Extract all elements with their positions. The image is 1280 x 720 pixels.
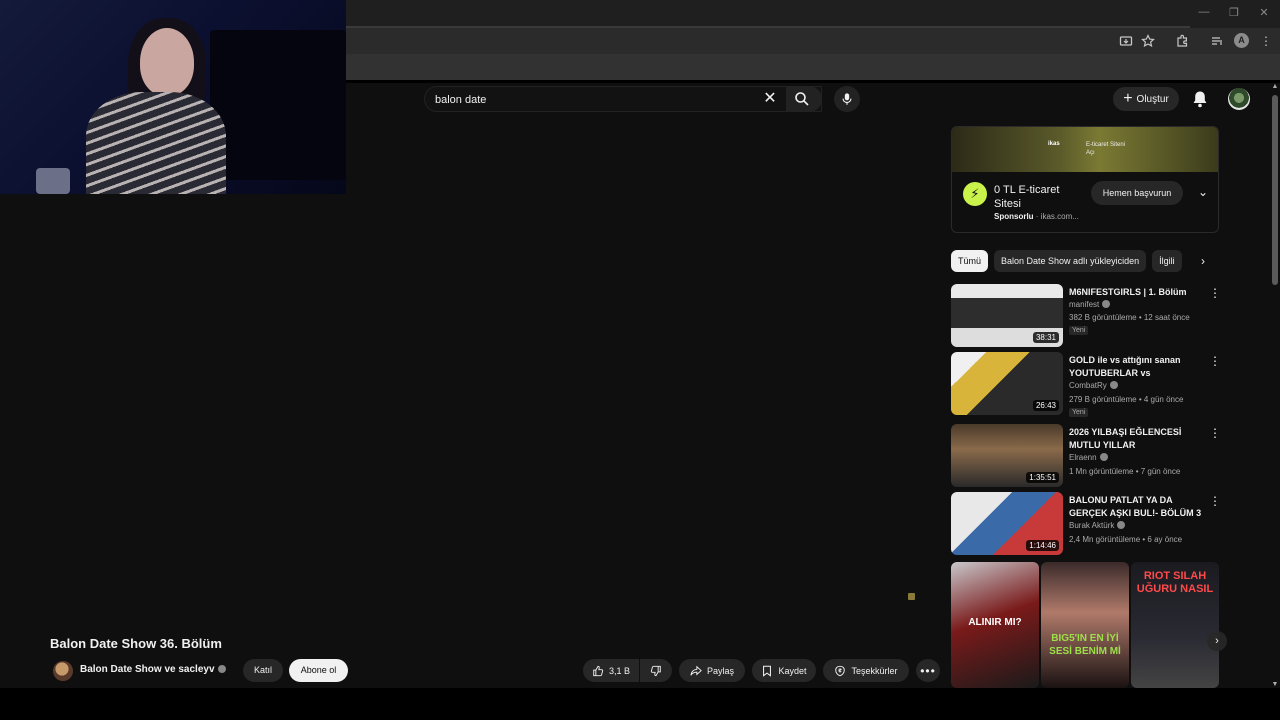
webcam-overlay (0, 0, 346, 194)
cursor-icon (908, 593, 915, 600)
duration-badge: 1:14:46 (1026, 540, 1059, 551)
share-icon (690, 665, 702, 676)
new-badge: Yeni (1069, 408, 1089, 417)
video-title[interactable]: 2026 YILBAŞI EĞLENCESİ MUTLU YILLAR (1069, 426, 1203, 452)
chevron-right-icon[interactable]: › (1207, 631, 1227, 651)
chevron-right-icon[interactable]: › (1194, 251, 1212, 271)
video-stats: 382 B görüntüleme • 12 saat önce (1069, 313, 1190, 322)
media-controls-icon[interactable] (1210, 34, 1224, 48)
search-icon (795, 92, 809, 106)
verified-icon (1102, 300, 1111, 308)
list-item[interactable]: 1:14:46 BALONU PATLAT YA DA GERÇEK AŞKI … (951, 492, 1221, 556)
video-thumbnail[interactable]: 38:31 (951, 284, 1063, 347)
account-avatar[interactable] (1228, 88, 1250, 110)
verified-icon (1117, 521, 1126, 529)
like-button[interactable]: 3,1 B (583, 659, 639, 682)
thumbs-down-icon (650, 665, 661, 676)
minimize-button[interactable]: — (1189, 6, 1219, 18)
share-button[interactable]: Paylaş (679, 659, 745, 682)
video-thumbnail[interactable]: 1:14:46 (951, 492, 1063, 555)
list-item[interactable]: 26:43 GOLD ile vs attığını sanan YOUTUBE… (951, 352, 1221, 417)
video-page-title: Balon Date Show 36. Bölüm (50, 636, 222, 651)
video-stats: 1 Mn görüntüleme • 7 gün önce (1069, 467, 1181, 476)
plus-icon: + (1123, 90, 1133, 107)
verified-icon (217, 665, 226, 673)
list-item[interactable]: 1:35:51 2026 YILBAŞI EĞLENCESİ MUTLU YIL… (951, 424, 1221, 488)
shorts-shelf: ALINIR MI? BIG5'IN EN İYİ SESİ BENİM Mİ … (951, 562, 1219, 688)
list-item[interactable]: 38:31 M6NIFESTGIRLS | 1. Bölüm manifest … (951, 284, 1221, 348)
thanks-button[interactable]: Teşekkürler (823, 659, 909, 682)
more-horizontal-icon: ••• (920, 663, 936, 678)
channel-name[interactable]: CombatRy (1069, 381, 1118, 390)
sponsored-ad-card[interactable]: ikas E-ticaret Siteni Açı ⚡ 0 TL E-ticar… (951, 126, 1219, 233)
duration-badge: 1:35:51 (1026, 472, 1059, 483)
video-stats: 2,4 Mn görüntüleme • 6 ay önce (1069, 535, 1183, 544)
bookmark-star-icon[interactable] (1141, 34, 1155, 48)
subscribe-button[interactable]: Abone ol (289, 659, 348, 682)
page-scrollbar[interactable]: ▲ ▼ (1270, 83, 1280, 688)
close-window-button[interactable]: ✕ (1249, 6, 1279, 19)
channel-name[interactable]: Burak Aktürk (1069, 521, 1126, 530)
extensions-icon[interactable] (1175, 34, 1189, 48)
channel-avatar[interactable] (53, 661, 73, 681)
microphone-icon (842, 93, 852, 105)
video-stats: 279 B görüntüleme • 4 gün önce (1069, 395, 1184, 404)
scroll-down-icon[interactable]: ▼ (1270, 681, 1280, 688)
channel-name[interactable]: Elraenn (1069, 453, 1108, 462)
restore-button[interactable]: ❐ (1219, 6, 1249, 19)
chip-related[interactable]: İlgili (1152, 250, 1182, 272)
scroll-up-icon[interactable]: ▲ (1270, 83, 1280, 90)
search-button[interactable] (786, 86, 822, 112)
bell-icon (1193, 91, 1207, 108)
video-thumbnail[interactable]: 26:43 (951, 352, 1063, 415)
video-thumbnail[interactable]: 1:35:51 (951, 424, 1063, 487)
save-button[interactable]: Kaydet (752, 659, 816, 682)
voice-search-button[interactable] (834, 86, 860, 112)
browser-menu-icon[interactable]: ⋮ (1259, 34, 1273, 48)
filter-chips: Tümü Balon Date Show adlı yükleyiciden İlg… (951, 250, 1191, 272)
ad-title[interactable]: 0 TL E-ticaret Sitesi (994, 183, 1074, 211)
super-thanks-icon (835, 665, 846, 676)
more-options-icon[interactable]: ⋮ (1209, 287, 1221, 299)
clear-search-icon[interactable]: ✕ (761, 90, 779, 108)
channel-name[interactable]: Balon Date Show ve sacleyv (80, 664, 226, 675)
video-title[interactable]: GOLD ile vs attığını sanan YOUTUBERLAR v… (1069, 354, 1203, 380)
join-button[interactable]: Katıl (243, 659, 283, 682)
dislike-button[interactable] (640, 659, 672, 682)
duration-badge: 26:43 (1032, 400, 1059, 411)
more-options-icon[interactable]: ⋮ (1209, 495, 1221, 507)
more-actions-button[interactable]: ••• (916, 659, 940, 682)
short-item[interactable]: ALINIR MI? (951, 562, 1039, 688)
thumbs-up-icon (593, 665, 604, 676)
install-app-icon[interactable] (1119, 34, 1133, 48)
create-button[interactable]: + Oluştur (1113, 87, 1179, 111)
chip-all[interactable]: Tümü (951, 250, 989, 272)
tab-strip[interactable] (346, 0, 1190, 28)
video-title[interactable]: BALONU PATLAT YA DA GERÇEK AŞKI BUL!- BÖ… (1069, 494, 1203, 520)
duration-badge: 38:31 (1032, 332, 1059, 343)
ad-meta: Sponsorlu · ikas.com... (994, 212, 1079, 221)
channel-name[interactable]: manifest (1069, 300, 1111, 309)
search-input[interactable] (435, 92, 755, 108)
video-title[interactable]: M6NIFESTGIRLS | 1. Bölüm (1069, 286, 1203, 299)
lightning-icon: ⚡ (963, 182, 987, 206)
short-item[interactable]: BIG5'IN EN İYİ SESİ BENİM Mİ (1041, 562, 1129, 688)
scrollbar-thumb[interactable] (1272, 95, 1278, 285)
short-item[interactable]: RIOT SILAH UĞURU NASIL (1131, 562, 1219, 688)
new-badge: Yeni (1069, 326, 1089, 335)
bookmark-icon (763, 665, 772, 677)
bottom-bar (0, 688, 1280, 720)
chip-from-uploader[interactable]: Balon Date Show adlı yükleyiciden (994, 250, 1147, 272)
more-options-icon[interactable]: ⋮ (1209, 427, 1221, 439)
notifications-button[interactable] (1191, 89, 1209, 109)
ad-banner-image[interactable]: ikas E-ticaret Siteni Açı (952, 127, 1218, 172)
ad-cta-button[interactable]: Hemen başvurun (1091, 181, 1183, 205)
more-options-icon[interactable]: ⋮ (1209, 355, 1221, 367)
verified-icon (1109, 381, 1118, 389)
browser-profile-avatar[interactable]: A (1234, 33, 1249, 48)
verified-icon (1099, 453, 1108, 461)
chevron-down-icon[interactable]: ⌄ (1195, 185, 1211, 201)
